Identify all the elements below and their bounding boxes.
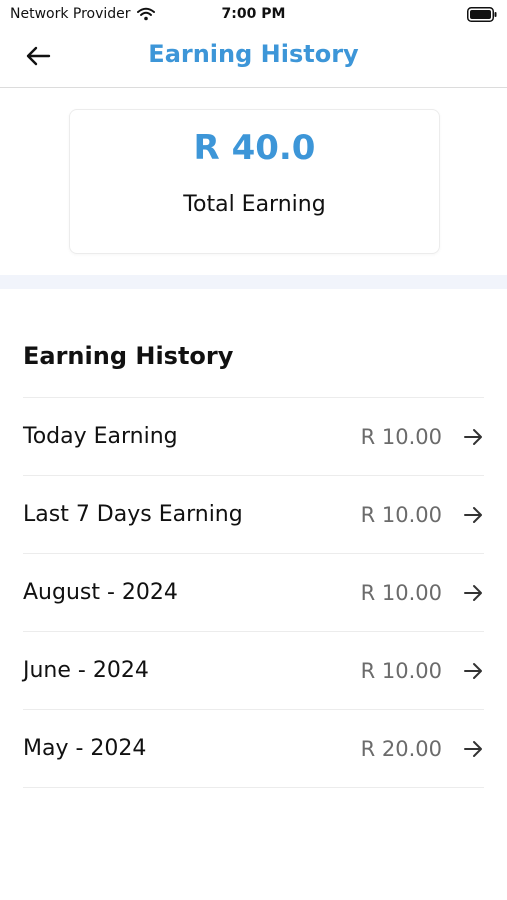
list-item-amount: R 20.00 (360, 736, 442, 761)
section-title: Earning History (23, 342, 234, 370)
list-item-amount: R 10.00 (360, 658, 442, 683)
list-item-today-earning[interactable]: Today Earning R 10.00 (23, 398, 484, 476)
total-earning-amount: R 40.0 (193, 128, 316, 168)
arrow-right-icon (462, 738, 484, 760)
total-earning-card: R 40.0 Total Earning (69, 109, 440, 254)
arrow-right-icon (462, 582, 484, 604)
total-earning-label: Total Earning (183, 192, 326, 217)
list-item-amount: R 10.00 (360, 424, 442, 449)
list-item-august-2024[interactable]: August - 2024 R 10.00 (23, 554, 484, 632)
arrow-right-icon (462, 660, 484, 682)
list-item-last-7-days-earning[interactable]: Last 7 Days Earning R 10.00 (23, 476, 484, 554)
list-item-label: August - 2024 (23, 580, 178, 605)
list-item-amount: R 10.00 (360, 502, 442, 527)
arrow-right-icon (462, 426, 484, 448)
section-divider (0, 275, 507, 289)
battery-icon (467, 7, 497, 26)
page-title: Earning History (148, 40, 359, 68)
app-header: Earning History (0, 30, 507, 88)
list-item-label: June - 2024 (23, 658, 149, 683)
list-item-label: Last 7 Days Earning (23, 502, 243, 527)
list-item-june-2024[interactable]: June - 2024 R 10.00 (23, 632, 484, 710)
status-time: 7:00 PM (221, 6, 286, 22)
earning-history-list: Today Earning R 10.00 Last 7 Days Earnin… (23, 397, 484, 788)
list-item-label: Today Earning (23, 424, 178, 449)
arrow-right-icon (462, 504, 484, 526)
list-item-amount: R 10.00 (360, 580, 442, 605)
list-item-label: May - 2024 (23, 736, 147, 761)
list-item-may-2024[interactable]: May - 2024 R 20.00 (23, 710, 484, 788)
status-bar: Network Provider 7:00 PM (0, 0, 507, 30)
